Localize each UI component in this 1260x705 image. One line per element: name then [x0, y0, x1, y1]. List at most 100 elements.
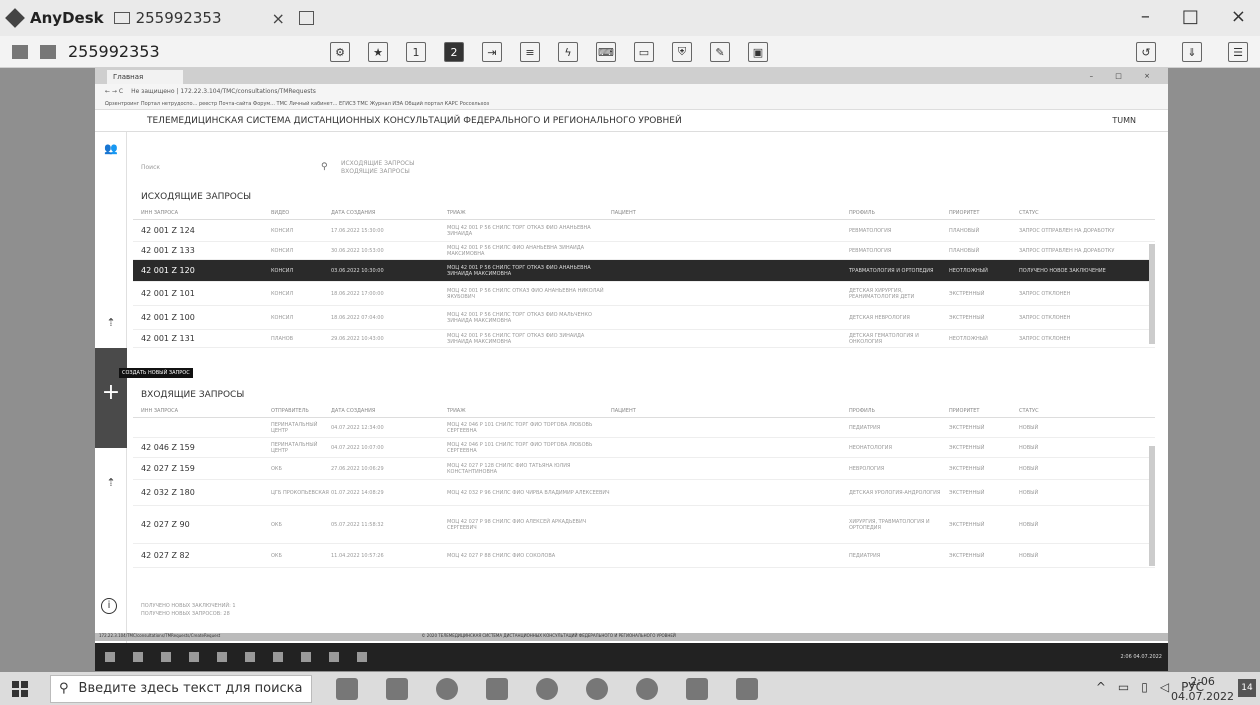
table-row[interactable]: 42 001 Z 124 КОНСИЛ 17.06.2022 15:30:00 МОЦ…: [133, 220, 1155, 242]
col-header[interactable]: ПРОФИЛЬ: [849, 408, 949, 414]
close-tab-icon[interactable]: ×: [272, 9, 285, 28]
upload-icon[interactable]: ⇡: [104, 316, 118, 330]
favorite-icon[interactable]: ★: [368, 42, 388, 62]
table-row[interactable]: 42 001 Z 101 КОНСИЛ 18.06.2022 17:00:00 МОЦ…: [133, 282, 1155, 306]
incoming-section: ВХОДЯЩИЕ ЗАПРОСЫ ИНН ЗАПРОСА ОТПРАВИТЕЛЬ…: [133, 386, 1155, 568]
store-icon[interactable]: [486, 677, 508, 700]
taskbar-search[interactable]: ⚲ Введите здесь текст для поиска: [50, 674, 312, 703]
new-tab-icon[interactable]: [298, 11, 314, 25]
table-row[interactable]: ПЕРИНАТАЛЬНЫЙ ЦЕНТР 04.07.2022 12:34:00 МО…: [133, 418, 1155, 438]
remote-taskview-icon[interactable]: [161, 652, 171, 662]
outgoing-scrollbar[interactable]: [1149, 244, 1155, 344]
remote-start-icon[interactable]: [105, 652, 115, 662]
chat-icon[interactable]: ≡: [520, 42, 540, 62]
remote-app-icon[interactable]: [217, 652, 227, 662]
taskbar-clock[interactable]: 2:06 04.07.2022: [1171, 674, 1234, 704]
viber-icon[interactable]: [586, 677, 608, 700]
col-header[interactable]: СТАТУС: [1019, 210, 1129, 216]
monitor-1-button[interactable]: 1: [406, 42, 426, 62]
table-cell: ЗАПРОС ОТКЛОНЕН: [1019, 335, 1071, 342]
table-row[interactable]: 42 001 Z 131 ПЛАНОВ 29.06.2022 10:43:00 МОЦ…: [133, 330, 1155, 348]
task-view-icon[interactable]: [336, 677, 358, 700]
users-icon[interactable]: 👥: [104, 142, 118, 156]
table-row[interactable]: 42 032 Z 180 ЦГБ ПРОКОПЬЕВСКАЯ 01.07.2022 …: [133, 480, 1155, 506]
bookmarks-bar[interactable]: Ωрзентроинг Портал нетрудоспо... реестр …: [95, 98, 1168, 110]
desktop-icon[interactable]: [12, 44, 28, 59]
actions-icon[interactable]: ϟ: [558, 42, 578, 62]
incoming-scrollbar[interactable]: [1149, 446, 1155, 566]
table-row[interactable]: 42 027 Z 159 ОКБ 27.06.2022 10:06:29 МОЦ 42…: [133, 458, 1155, 480]
anydesk-taskbar-icon[interactable]: [736, 677, 758, 700]
nav-buttons-icon[interactable]: ← → C: [105, 88, 123, 95]
session-tab[interactable]: 255992353 ×: [113, 9, 314, 28]
word-icon[interactable]: [686, 677, 708, 700]
col-header[interactable]: ТРИАЖ: [447, 408, 611, 414]
keyboard-icon[interactable]: ⌨: [596, 42, 616, 62]
create-request-button[interactable]: +: [95, 348, 127, 448]
switch-sides-icon[interactable]: ⇥: [482, 42, 502, 62]
maximize-button[interactable]: □: [1182, 6, 1199, 27]
col-header[interactable]: ИНН ЗАПРОСА: [141, 408, 271, 414]
remote-search-icon[interactable]: [133, 652, 143, 662]
table-row[interactable]: 42 027 Z 82 ОКБ 11.04.2022 10:57:26 МОЦ 42 …: [133, 544, 1155, 568]
chevron-up-icon[interactable]: ^: [1096, 680, 1106, 694]
col-header[interactable]: ПРОФИЛЬ: [849, 210, 949, 216]
pen-icon[interactable]: ✎: [710, 42, 730, 62]
col-header[interactable]: ПРИОРИТЕТ: [949, 210, 1019, 216]
col-header[interactable]: ПАЦИЕНТ: [611, 210, 849, 216]
table-row[interactable]: 42 027 Z 90 ОКБ 05.07.2022 11:58:32 МОЦ 42 …: [133, 506, 1155, 544]
filter-incoming[interactable]: ВХОДЯЩИЕ ЗАПРОСЫ: [341, 168, 414, 176]
history-icon[interactable]: ↺: [1136, 42, 1156, 62]
table-cell: МОЦ 42 027 Р 128 СНИЛС ФИО ТАТЬЯНА ЮЛИЯ …: [447, 462, 571, 475]
col-header[interactable]: ПРИОРИТЕТ: [949, 408, 1019, 414]
download-icon[interactable]: ⇓: [1182, 42, 1202, 62]
shield-icon[interactable]: ⛨: [672, 42, 692, 62]
table-cell: ДЕТСКАЯ НЕВРОЛОГИЯ: [849, 314, 910, 321]
remote-app-icon[interactable]: [357, 652, 367, 662]
remote-app-icon[interactable]: [301, 652, 311, 662]
display-icon[interactable]: ▭: [634, 42, 654, 62]
upload-icon-2[interactable]: ⇡: [104, 476, 118, 490]
remote-app-icon[interactable]: [245, 652, 255, 662]
filter-outgoing[interactable]: ИСХОДЯЩИЕ ЗАПРОСЫ: [341, 160, 414, 168]
col-header[interactable]: СТАТУС: [1019, 408, 1129, 414]
table-row[interactable]: 42 046 Z 159 ПЕРИНАТАЛЬНЫЙ ЦЕНТР 04.07.202…: [133, 438, 1155, 458]
user-menu[interactable]: TUMN: [1112, 116, 1136, 125]
col-header[interactable]: ДАТА СОЗДАНИЯ: [331, 210, 447, 216]
table-row[interactable]: 42 001 Z 100 КОНСИЛ 18.06.2022 07:04:00 МОЦ…: [133, 306, 1155, 330]
col-header[interactable]: ПАЦИЕНТ: [611, 408, 849, 414]
menu-icon[interactable]: ☰: [1228, 42, 1248, 62]
info-icon[interactable]: i: [101, 598, 117, 614]
browser-window-controls[interactable]: – □ ×: [1090, 72, 1160, 80]
col-header[interactable]: ОТПРАВИТЕЛЬ: [271, 408, 331, 414]
battery-icon[interactable]: ▯: [1141, 680, 1148, 694]
remote-chrome-icon[interactable]: [189, 652, 199, 662]
col-header[interactable]: ТРИАЖ: [447, 210, 611, 216]
volume-icon[interactable]: ◁: [1160, 680, 1169, 694]
table-row[interactable]: 42 001 Z 120 КОНСИЛ 03.06.2022 10:30:00 МОЦ…: [133, 260, 1155, 282]
notification-center[interactable]: 14: [1238, 679, 1256, 697]
col-header[interactable]: ИНН ЗАПРОСА: [141, 210, 271, 216]
chrome-icon[interactable]: [436, 677, 458, 700]
col-header[interactable]: ДАТА СОЗДАНИЯ: [331, 408, 447, 414]
minimize-button[interactable]: –: [1141, 6, 1150, 27]
telegram-icon[interactable]: [636, 677, 658, 700]
search-icon[interactable]: ⚲: [321, 162, 328, 172]
close-button[interactable]: ×: [1231, 6, 1246, 27]
monitor-2-button[interactable]: 2: [444, 42, 464, 62]
monitor-small-icon[interactable]: [40, 44, 56, 59]
windows-start-icon[interactable]: [12, 680, 28, 697]
permissions-icon[interactable]: ⚙: [330, 42, 350, 62]
browser-tab[interactable]: Главная: [107, 70, 184, 84]
edge-icon[interactable]: [536, 677, 558, 700]
remote-app-icon[interactable]: [329, 652, 339, 662]
col-header[interactable]: ВИДЕО: [271, 210, 331, 216]
browser-url[interactable]: Не защищено | 172.22.3.104/TMC/consultat…: [131, 88, 316, 95]
search-input[interactable]: Поиск: [141, 164, 160, 171]
network-icon[interactable]: ▭: [1118, 680, 1129, 694]
table-row[interactable]: 42 001 Z 133 КОНСИЛ 30.06.2022 10:53:00 МОЦ…: [133, 242, 1155, 260]
table-cell: КОНСИЛ: [271, 290, 294, 297]
screen-share-icon[interactable]: ▣: [748, 42, 768, 62]
excel-icon[interactable]: [386, 677, 408, 700]
remote-app-icon[interactable]: [273, 652, 283, 662]
